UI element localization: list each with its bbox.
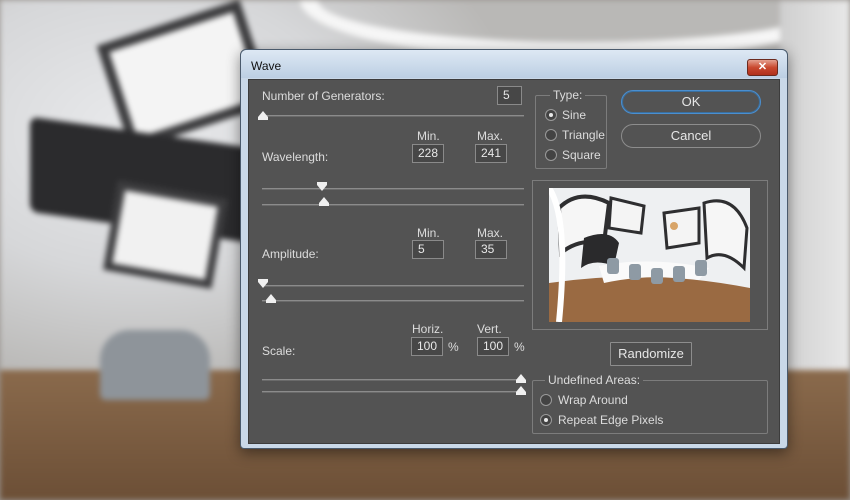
wavelength-min-slider-thumb[interactable] <box>317 182 327 191</box>
amplitude-max-label: Max. <box>477 226 504 240</box>
scale-horiz-percent: % <box>448 340 459 354</box>
dialog-title: Wave <box>251 59 282 73</box>
wavelength-max-slider-track[interactable] <box>262 204 524 206</box>
wavelength-min-slider-track[interactable] <box>262 188 524 190</box>
wavelength-max-label: Max. <box>477 129 504 143</box>
amplitude-max-slider-track[interactable] <box>262 300 524 302</box>
amplitude-label: Amplitude: <box>262 247 319 261</box>
preview-frame <box>532 180 768 330</box>
wrap-around-radio[interactable] <box>540 394 552 406</box>
scale-vert-label: Vert. <box>477 322 502 336</box>
type-sine-radio[interactable] <box>545 109 557 121</box>
scale-vert-slider-thumb[interactable] <box>516 386 526 395</box>
scale-vert-percent: % <box>514 340 525 354</box>
type-triangle-radio[interactable] <box>545 129 557 141</box>
type-sine-label[interactable]: Sine <box>562 108 586 122</box>
cancel-button[interactable]: Cancel <box>621 124 761 148</box>
type-square-label[interactable]: Square <box>562 148 601 162</box>
amplitude-min-input[interactable]: 5 <box>412 240 444 259</box>
type-square-radio[interactable] <box>545 149 557 161</box>
randomize-button[interactable]: Randomize <box>610 342 692 366</box>
close-icon: ✕ <box>757 61 768 73</box>
bg-chair <box>100 330 210 400</box>
generators-slider-thumb[interactable] <box>258 111 268 120</box>
wavelength-label: Wavelength: <box>262 150 329 164</box>
bg-right-wall <box>780 0 850 380</box>
type-triangle-label[interactable]: Triangle <box>562 128 605 142</box>
wave-dialog: Wave ✕ Number of Generators: 5 Min. Max.… <box>240 49 788 449</box>
repeat-edge-pixels-radio[interactable] <box>540 414 552 426</box>
scale-horiz-slider-track[interactable] <box>262 379 524 381</box>
undefined-areas-group: Undefined Areas: Wrap Around Repeat Edge… <box>532 373 768 434</box>
wrap-around-label[interactable]: Wrap Around <box>558 393 628 407</box>
amplitude-max-slider-thumb[interactable] <box>266 294 276 303</box>
undefined-areas-title: Undefined Areas: <box>545 373 644 387</box>
wavelength-min-input[interactable]: 228 <box>412 144 444 163</box>
wavelength-max-slider-thumb[interactable] <box>319 197 329 206</box>
wavelength-max-input[interactable]: 241 <box>475 144 507 163</box>
preview-thumbnail[interactable] <box>549 188 750 322</box>
generators-label: Number of Generators: <box>262 89 385 103</box>
scale-horiz-input[interactable]: 100 <box>411 337 443 356</box>
bg-window-lower <box>103 181 227 289</box>
amplitude-min-label: Min. <box>417 226 440 240</box>
scale-horiz-slider-thumb[interactable] <box>516 374 526 383</box>
wavelength-min-label: Min. <box>417 129 440 143</box>
generators-input[interactable]: 5 <box>497 86 522 105</box>
amplitude-min-slider-thumb[interactable] <box>258 279 268 288</box>
scale-vert-slider-track[interactable] <box>262 391 524 393</box>
title-bar[interactable]: Wave ✕ <box>241 50 787 78</box>
amplitude-max-input[interactable]: 35 <box>475 240 507 259</box>
scale-vert-input[interactable]: 100 <box>477 337 509 356</box>
type-group-title: Type: <box>550 88 586 102</box>
generators-slider-track[interactable] <box>262 115 524 117</box>
close-button[interactable]: ✕ <box>747 59 778 76</box>
scale-label: Scale: <box>262 344 296 358</box>
dialog-content: Number of Generators: 5 Min. Max. Wavele… <box>248 79 780 444</box>
type-group: Type: Sine Triangle Square <box>535 88 607 169</box>
scale-horiz-label: Horiz. <box>412 322 444 336</box>
repeat-edge-pixels-label[interactable]: Repeat Edge Pixels <box>558 413 663 427</box>
amplitude-min-slider-track[interactable] <box>262 285 524 287</box>
ok-button[interactable]: OK <box>621 90 761 114</box>
